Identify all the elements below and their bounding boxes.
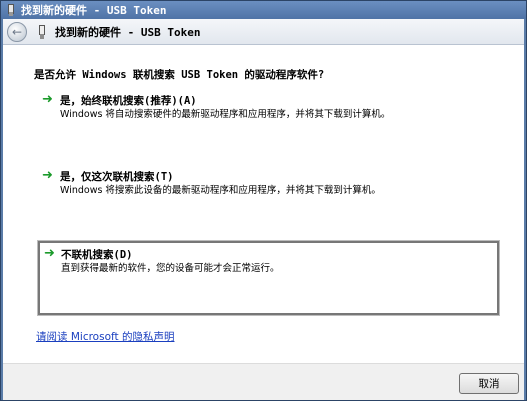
back-arrow-icon: ← xyxy=(11,24,23,39)
green-arrow-icon: ➜ xyxy=(42,168,53,183)
dialog-window: 找到新的硬件 - USB Token ← 找到新的硬件 - USB Token … xyxy=(0,0,527,401)
usb-token-icon xyxy=(5,4,17,16)
usb-token-icon xyxy=(37,24,47,39)
dialog-client: ← 找到新的硬件 - USB Token 是否允许 Windows 联机搜索 U… xyxy=(3,19,524,400)
window-title: 找到新的硬件 - USB Token xyxy=(21,4,167,17)
cancel-button[interactable]: 取消 xyxy=(459,373,519,394)
option-description: 直到获得最新的软件，您的设备可能才会正常运行。 xyxy=(61,263,280,274)
title-bar[interactable]: 找到新的硬件 - USB Token xyxy=(1,1,526,19)
privacy-statement-link[interactable]: 请阅读 Microsoft 的隐私声明 xyxy=(36,329,174,344)
question-heading: 是否允许 Windows 联机搜索 USB Token 的驱动程序软件? xyxy=(34,69,325,81)
option-description: Windows 将搜索此设备的最新驱动程序和应用程序，并将其下载到计算机。 xyxy=(60,185,381,196)
option-do-not-search-online[interactable]: ➜ 不联机搜索(D) 直到获得最新的软件，您的设备可能才会正常运行。 xyxy=(37,240,500,316)
main-content: 是否允许 Windows 联机搜索 USB Token 的驱动程序软件? ➜ 是… xyxy=(3,45,524,363)
navigation-bar: ← 找到新的硬件 - USB Token xyxy=(3,19,524,45)
back-button[interactable]: ← xyxy=(7,21,27,42)
page-title: 找到新的硬件 - USB Token xyxy=(55,25,201,39)
option-description: Windows 将自动搜索硬件的最新驱动程序和应用程序，并将其下载到计算机。 xyxy=(60,109,391,120)
green-arrow-icon: ➜ xyxy=(42,92,53,107)
green-arrow-icon: ➜ xyxy=(44,246,55,261)
dialog-footer: 取消 xyxy=(3,363,524,400)
